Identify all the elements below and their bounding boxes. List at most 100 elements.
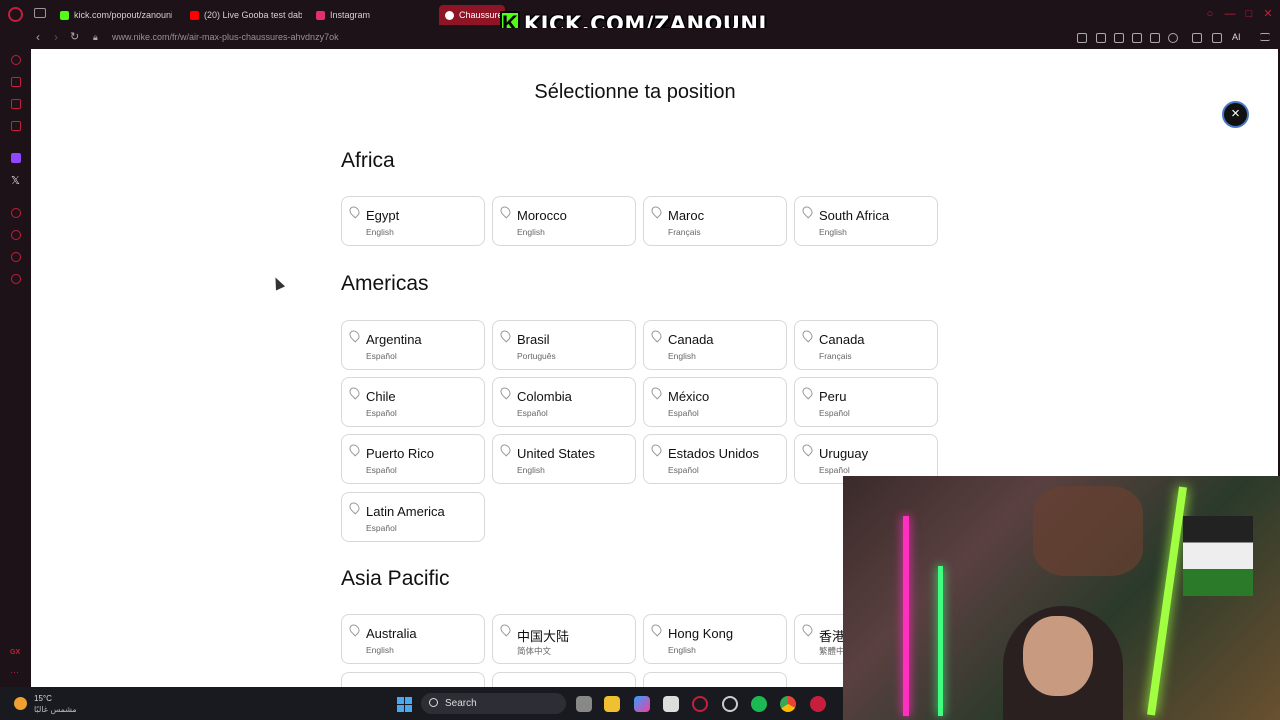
country-language: Español <box>366 408 397 418</box>
windows-start-icon[interactable] <box>397 697 412 712</box>
back-icon[interactable]: ‹ <box>36 30 40 44</box>
opera-icon[interactable] <box>810 696 826 712</box>
location-pin-icon <box>800 442 815 457</box>
x-twitter-icon[interactable]: 𝕏 <box>11 174 20 187</box>
country-card[interactable]: Puerto Rico Español <box>341 434 485 484</box>
weather-icon[interactable] <box>14 697 27 710</box>
spotify-icon[interactable] <box>751 696 767 712</box>
store-icon[interactable] <box>663 696 679 712</box>
country-name: Canada <box>819 332 865 347</box>
country-name: Hong Kong <box>668 626 734 641</box>
country-card[interactable] <box>643 672 787 687</box>
minimize-icon[interactable]: — <box>1224 8 1236 20</box>
country-card[interactable]: Estados Unidos Español <box>643 434 787 484</box>
reload-icon[interactable]: ↻ <box>70 30 79 43</box>
location-pin-icon <box>649 442 664 457</box>
weather-temperature[interactable]: 15°C <box>34 694 52 703</box>
tab-youtube[interactable]: (20) Live Gooba test dabo <box>190 5 302 25</box>
messenger-icon[interactable] <box>11 99 21 109</box>
extensions-icon[interactable] <box>1132 33 1142 43</box>
close-window-icon[interactable]: ✕ <box>1262 8 1274 20</box>
country-language: Español <box>366 351 397 361</box>
task-view-icon[interactable] <box>576 696 592 712</box>
location-pin-icon <box>347 442 362 457</box>
gx-corner-icon[interactable] <box>11 121 21 131</box>
close-button[interactable]: × <box>1222 101 1249 128</box>
player-icon[interactable] <box>1150 33 1160 43</box>
ai-button[interactable]: AI <box>1232 32 1241 42</box>
tab-kick[interactable]: kick.com/popout/zanouni/ <box>60 5 172 25</box>
country-name: Brasil <box>517 332 550 347</box>
forward-icon[interactable]: › <box>54 30 58 44</box>
tab-label: Instagram <box>330 10 371 20</box>
location-pin-icon <box>498 622 513 637</box>
split-view-icon[interactable] <box>1077 33 1087 43</box>
country-card[interactable]: Brasil Português <box>492 320 636 370</box>
country-card[interactable]: 中国大陆 简体中文 <box>492 614 636 664</box>
heart-icon[interactable] <box>1168 33 1178 43</box>
country-card[interactable]: Canada English <box>643 320 787 370</box>
country-name: Canada <box>668 332 714 347</box>
snapshot-icon[interactable] <box>1114 33 1124 43</box>
history-icon[interactable] <box>11 230 21 240</box>
country-card[interactable]: Chile Español <box>341 377 485 427</box>
url-field[interactable]: www.nike.com/fr/w/air-max-plus-chaussure… <box>112 32 339 42</box>
location-pin-icon <box>649 328 664 343</box>
bookmark-icon[interactable] <box>1096 33 1106 43</box>
country-name: Egypt <box>366 208 400 223</box>
chrome-icon[interactable] <box>780 696 796 712</box>
country-language: Français <box>668 227 701 237</box>
country-card[interactable]: Maroc Français <box>643 196 787 246</box>
opera-gx-taskbar-icon[interactable] <box>692 696 708 712</box>
search-label: Search <box>445 698 477 709</box>
file-explorer-icon[interactable] <box>604 696 620 712</box>
opera-logo-icon[interactable] <box>8 7 23 22</box>
location-pin-icon <box>498 385 513 400</box>
country-name: Australia <box>366 626 417 641</box>
gx-label[interactable]: GX <box>10 649 20 656</box>
location-pin-icon <box>347 385 362 400</box>
country-card[interactable]: Hong Kong English <box>643 614 787 664</box>
profile-icon[interactable] <box>1192 33 1202 43</box>
country-card[interactable]: Colombia Español <box>492 377 636 427</box>
wall-graffiti <box>1033 486 1143 576</box>
country-card[interactable]: México Español <box>643 377 787 427</box>
search-tabs-icon[interactable]: ○ <box>1204 8 1216 20</box>
more-icon[interactable]: ··· <box>10 667 19 677</box>
country-card[interactable]: Morocco English <box>492 196 636 246</box>
country-card[interactable]: Argentina Español <box>341 320 485 370</box>
speed-dial-icon[interactable] <box>11 55 21 65</box>
tab-overview-icon[interactable] <box>34 8 46 18</box>
settings-icon[interactable] <box>11 274 21 284</box>
country-card[interactable]: Latin America Español <box>341 492 485 542</box>
tab-nike[interactable]: Chaussures <box>439 5 505 25</box>
youtube-favicon-icon <box>190 10 199 20</box>
tab-label: (20) Live Gooba test dabo <box>204 10 302 20</box>
country-card[interactable]: Australia English <box>341 614 485 664</box>
copilot-icon[interactable] <box>634 696 650 712</box>
webcam-overlay <box>843 476 1280 720</box>
country-card[interactable]: South Africa English <box>794 196 938 246</box>
player-sidebar-icon[interactable] <box>11 208 21 218</box>
weather-description[interactable]: مشمس غالبًا <box>34 705 77 714</box>
obs-icon[interactable] <box>722 696 738 712</box>
menu-icon[interactable] <box>1260 33 1270 41</box>
country-card[interactable] <box>492 672 636 687</box>
country-language: Español <box>819 408 850 418</box>
nike-favicon-icon <box>445 10 454 20</box>
country-card[interactable]: Peru Español <box>794 377 938 427</box>
taskbar-search-input[interactable]: Search <box>421 693 566 714</box>
download-icon[interactable] <box>1212 33 1222 43</box>
pinboard-icon[interactable] <box>11 252 21 262</box>
country-name: Colombia <box>517 389 572 404</box>
country-card[interactable]: United States English <box>492 434 636 484</box>
maximize-icon[interactable]: □ <box>1243 8 1255 20</box>
country-card[interactable] <box>341 672 485 687</box>
shopping-icon[interactable] <box>11 77 21 87</box>
browser-sidebar: 𝕏 GX ··· <box>0 49 31 687</box>
twitch-icon[interactable] <box>11 153 21 163</box>
country-card[interactable]: Canada Français <box>794 320 938 370</box>
tab-instagram[interactable]: Instagram <box>316 5 416 25</box>
region-title-americas: Americas <box>341 272 429 295</box>
country-card[interactable]: Egypt English <box>341 196 485 246</box>
